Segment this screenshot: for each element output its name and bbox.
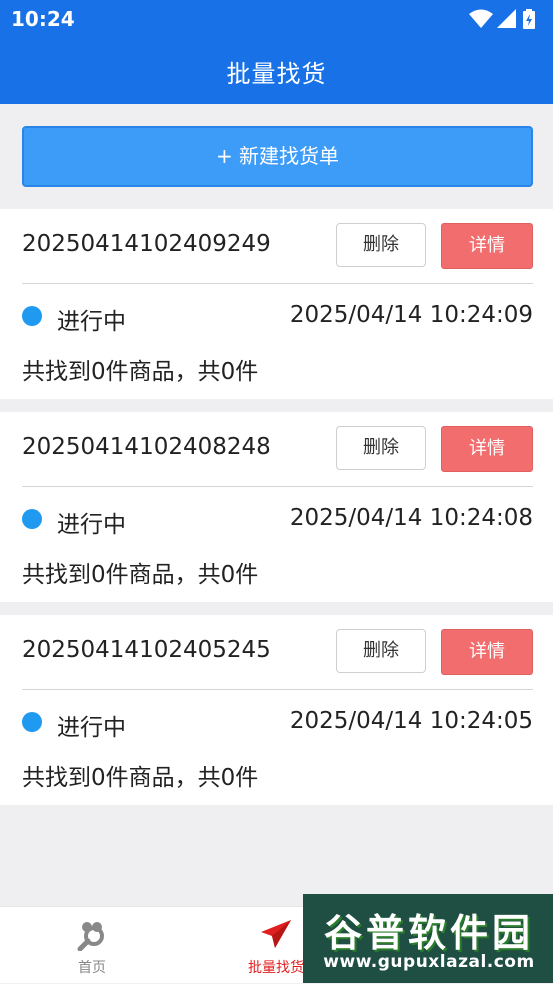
status-bar: 10:24 (0, 0, 553, 38)
order-status: 进行中 (57, 715, 126, 741)
order-id: 20250414102409249 (22, 231, 271, 257)
tab-home[interactable]: 首页 (0, 907, 184, 984)
detail-button[interactable]: 详情 (441, 629, 533, 675)
watermark-logo: 谷普软件园 www.gupuxlazal.com (303, 894, 553, 983)
status-icons (469, 9, 539, 29)
divider (22, 283, 533, 284)
new-order-button[interactable]: + 新建找货单 (22, 126, 533, 187)
wifi-icon (469, 9, 493, 28)
page-title: 批量找货 (226, 60, 327, 88)
status-time: 10:24 (11, 7, 75, 31)
order-time: 2025/04/14 10:24:09 (289, 302, 533, 328)
order-card[interactable]: 20250414102405245 删除 详情 进行中 2025/04/14 1… (0, 615, 553, 805)
tab-label: 首页 (78, 960, 106, 976)
order-status: 进行中 (57, 309, 126, 335)
order-id: 20250414102405245 (22, 637, 271, 663)
detail-button[interactable]: 详情 (441, 223, 533, 269)
watermark-url: www.gupuxlazal.com (323, 952, 535, 972)
divider (22, 486, 533, 487)
delete-button[interactable]: 删除 (336, 426, 426, 470)
status-dot-icon (22, 712, 42, 732)
order-time: 2025/04/14 10:24:08 (289, 505, 533, 531)
app-header: 10:24 批量找货 (0, 0, 553, 104)
paper-plane-icon (261, 920, 291, 948)
watermark-title: 谷普软件园 (323, 911, 534, 955)
order-time: 2025/04/14 10:24:05 (289, 708, 533, 734)
detail-button[interactable]: 详情 (441, 426, 533, 472)
order-card[interactable]: 20250414102408248 删除 详情 进行中 2025/04/14 1… (0, 412, 553, 602)
status-dot-icon (22, 509, 42, 529)
battery-icon (523, 9, 535, 29)
divider (22, 689, 533, 690)
order-summary: 共找到0件商品，共0件 (22, 765, 259, 791)
order-id: 20250414102408248 (22, 434, 271, 460)
signal-icon (497, 9, 516, 28)
search-home-icon (77, 922, 104, 951)
order-summary: 共找到0件商品，共0件 (22, 562, 259, 588)
delete-button[interactable]: 删除 (336, 629, 426, 673)
delete-button[interactable]: 删除 (336, 223, 426, 267)
status-dot-icon (22, 306, 42, 326)
order-card[interactable]: 20250414102409249 删除 详情 进行中 2025/04/14 1… (0, 209, 553, 399)
order-summary: 共找到0件商品，共0件 (22, 359, 259, 385)
order-status: 进行中 (57, 512, 126, 538)
